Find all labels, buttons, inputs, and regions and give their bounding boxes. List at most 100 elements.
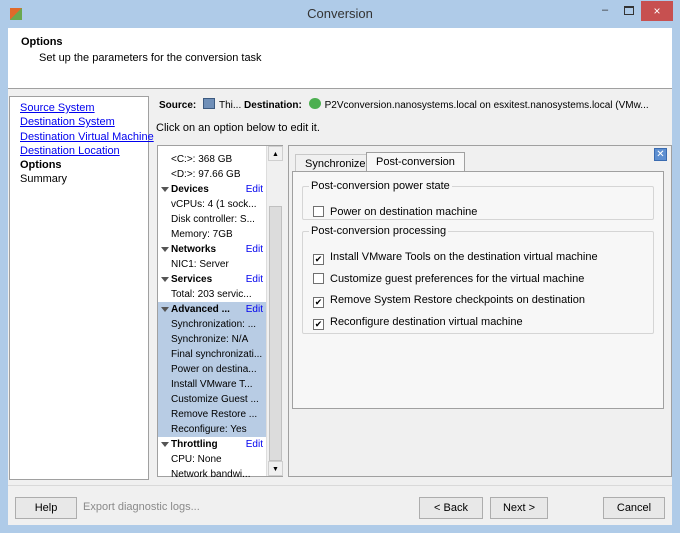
source-destination-summary: Source: Thi... Destination: P2Vconversio… — [159, 98, 669, 112]
checkbox-option[interactable]: ✔ Install VMware Tools on the destination… — [313, 251, 598, 265]
tree-item[interactable]: NIC1: Server — [158, 257, 266, 272]
vm-icon — [308, 98, 321, 109]
export-logs-link[interactable]: Export diagnostic logs... — [83, 501, 200, 513]
edit-link[interactable]: Edit — [245, 302, 263, 317]
next-button[interactable]: Next > — [490, 497, 548, 519]
tree-item-text: Install VMware T... — [171, 379, 253, 390]
back-button[interactable]: < Back — [419, 497, 483, 519]
tree-section[interactable]: Advanced ... Edit — [158, 302, 266, 317]
tree-item-text: vCPUs: 4 (1 sock... — [171, 199, 257, 210]
edit-link[interactable]: Edit — [246, 437, 263, 452]
checkbox-option[interactable]: Power on destination machine — [313, 206, 477, 218]
minimize-button[interactable]: – — [598, 4, 612, 18]
collapse-triangle-icon[interactable] — [161, 247, 169, 252]
footer-divider — [8, 485, 672, 486]
tree-scrollbar[interactable]: ▲ ▼ — [266, 146, 283, 476]
cancel-button[interactable]: Cancel — [603, 497, 665, 519]
tree-section-title: Services — [171, 274, 213, 285]
collapse-triangle-icon[interactable] — [161, 307, 169, 312]
tree-item[interactable]: CPU: None — [158, 452, 266, 467]
destination-label: Destination: — [244, 100, 302, 111]
page-subtitle: Set up the parameters for the conversion… — [39, 52, 262, 64]
source-value: Thi... — [219, 100, 242, 111]
tree-item-text: Customize Guest ... — [171, 394, 259, 405]
tree-item[interactable]: Memory: 7GB — [158, 227, 266, 242]
nav-step-destination-location[interactable]: Destination Location — [20, 144, 138, 158]
nav-step-destination-system[interactable]: Destination System — [20, 115, 138, 129]
tree-section[interactable]: Services Edit — [158, 272, 266, 287]
title-bar: Conversion – × — [0, 0, 680, 28]
page-title: Options — [21, 36, 63, 48]
wizard-client: Options Set up the parameters for the co… — [8, 28, 672, 525]
tree-item-text: <C:>: 368 GB — [171, 154, 233, 165]
scroll-thumb[interactable] — [269, 206, 282, 461]
tree-item[interactable]: <C:>: 368 GB — [158, 152, 266, 167]
tree-item[interactable]: Reconfigure: Yes — [158, 422, 266, 437]
tree-item[interactable]: Total: 203 servic... — [158, 287, 266, 302]
nav-step-source-system[interactable]: Source System — [20, 101, 138, 115]
edit-link[interactable]: Edit — [246, 272, 263, 287]
checkbox-label: Reconfigure destination virtual machine — [330, 315, 523, 328]
edit-link[interactable]: Edit — [246, 242, 263, 257]
tree-item-text: Total: 203 servic... — [171, 289, 252, 300]
tree-item[interactable]: Disk controller: S... — [158, 212, 266, 227]
tree-item[interactable]: Network bandwi... — [158, 467, 266, 482]
tree-section[interactable]: Devices Edit — [158, 182, 266, 197]
nav-step-summary: Summary — [20, 173, 68, 186]
tree-item[interactable]: <D:>: 97.66 GB — [158, 167, 266, 182]
edit-link[interactable]: Edit — [246, 182, 263, 197]
wizard-header: Options Set up the parameters for the co… — [8, 28, 672, 89]
tree-section[interactable]: Networks Edit — [158, 242, 266, 257]
tree-item-text: CPU: None — [171, 454, 222, 465]
options-tree: <C:>: 368 GB <D:>: 97.66 GB Devices Edit vCP… — [157, 145, 283, 480]
scroll-down-button[interactable]: ▼ — [268, 461, 283, 476]
checkbox-checked[interactable]: ✔ — [313, 318, 324, 330]
tree-item-text: Final synchronizati... — [171, 349, 263, 360]
tree-item-text: Remove Restore ... — [171, 409, 258, 420]
tree-item[interactable]: vCPUs: 4 (1 sock... — [158, 197, 266, 212]
checkbox-unchecked[interactable] — [313, 272, 324, 284]
tree-item[interactable]: Final synchronizati... — [158, 347, 266, 362]
checkbox-option[interactable]: ✔ Remove System Restore checkpoints on de… — [313, 294, 585, 308]
nav-step-destination-virtual-machine[interactable]: Destination Virtual Machine — [20, 130, 154, 144]
tree-item-text: Power on destina... — [171, 364, 257, 375]
collapse-triangle-icon[interactable] — [161, 187, 169, 192]
tree-item-text: Synchronize: N/A — [171, 334, 249, 345]
tree-item-text: Reconfigure: Yes — [171, 424, 247, 435]
option-editor-panel: ✕ Synchronize Post-conversion Post-conve… — [288, 145, 672, 477]
tree-item[interactable]: Synchronize: N/A — [158, 332, 266, 347]
collapse-triangle-icon[interactable] — [161, 277, 169, 282]
destination-value: P2Vconversion.nanosystems.local on esxit… — [324, 100, 649, 111]
tab-synchronize[interactable]: Synchronize — [295, 154, 376, 171]
maximize-button[interactable] — [624, 6, 634, 15]
options-list: <C:>: 368 GB <D:>: 97.66 GB Devices Edit vCP… — [158, 146, 266, 480]
checkbox-option[interactable]: ✔ Reconfigure destination virtual machine — [313, 316, 523, 330]
tab-post-conversion[interactable]: Post-conversion — [366, 152, 465, 171]
tree-item[interactable]: Synchronization: ... — [158, 317, 266, 332]
checkbox-checked[interactable]: ✔ — [313, 297, 324, 308]
scroll-up-button[interactable]: ▲ — [268, 146, 283, 161]
close-button[interactable]: × — [641, 1, 673, 21]
checkbox-checked[interactable]: ✔ — [313, 254, 324, 265]
tree-section-title: Devices — [171, 184, 209, 195]
tree-item[interactable]: Power on destina... — [158, 362, 266, 377]
checkbox-unchecked[interactable] — [313, 206, 324, 217]
tree-item-text: NIC1: Server — [171, 259, 229, 270]
help-button[interactable]: Help — [15, 497, 77, 519]
tree-section-title: Networks — [171, 244, 217, 255]
tree-section-title: Throttling — [171, 439, 218, 450]
post-conversion-tab-content: Post-conversion power state Power on des… — [292, 171, 664, 409]
tree-section[interactable]: Throttling Edit — [158, 437, 266, 452]
tree-item[interactable]: Customize Guest ... — [158, 392, 266, 407]
wizard-steps-nav: Source System Destination System Destinati… — [9, 96, 154, 480]
tree-item-text: Network bandwi... — [171, 469, 251, 480]
tree-item[interactable]: Install VMware T... — [158, 377, 266, 392]
power-state-group-title: Post-conversion power state — [311, 180, 450, 192]
collapse-triangle-icon[interactable] — [161, 442, 169, 447]
close-panel-icon[interactable]: ✕ — [654, 148, 667, 161]
computer-icon — [203, 98, 216, 109]
tree-section-title: Advanced ... — [171, 304, 230, 315]
checkbox-option[interactable]: Customize guest preferences for the virt… — [313, 272, 584, 285]
power-state-group: Post-conversion power state Power on des… — [302, 180, 654, 220]
tree-item[interactable]: Remove Restore ... — [158, 407, 266, 422]
